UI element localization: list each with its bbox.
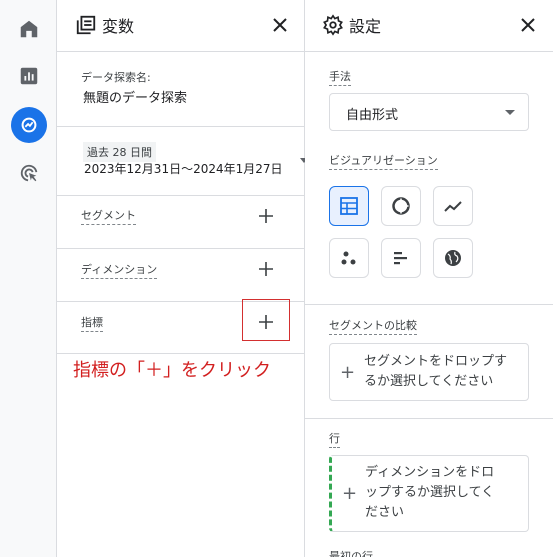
segment-drop-zone[interactable]: + セグメントをドロップす るか選択してください [329,343,529,401]
divider [57,126,304,127]
close-icon [521,18,535,32]
first-row-label: 最初の行 [329,550,373,557]
home-nav-button[interactable] [0,9,57,49]
settings-header: 設定 [305,0,553,52]
close-icon [273,18,287,32]
bar-chart-icon [394,252,407,265]
plus-icon [259,262,273,276]
rows-drop-line2: ップするか選択してく [365,485,495,500]
visualization-label: ビジュアリゼーション [329,152,438,170]
variables-icon [76,15,96,35]
gear-icon [323,14,343,36]
viz-table-button[interactable] [329,186,369,226]
geo-map-icon [445,250,461,266]
divider [57,248,304,249]
settings-title: 設定 [349,17,382,36]
segment-compare-label: セグメントの比較 [329,317,417,335]
caret-down-icon [505,110,515,115]
plus-icon [259,315,273,329]
viz-scatter-button[interactable] [329,238,369,278]
rows-drop-line1: ディメンションをドロ [365,465,495,480]
metrics-label: 指標 [81,314,103,332]
rows-drop-line3: ださい [365,505,405,520]
donut-chart-icon [392,197,410,215]
date-range-chip: 過去 28 日間 [83,142,156,162]
explore-nav-button[interactable] [0,105,57,145]
nav-rail [0,0,57,557]
technique-label: 手法 [329,68,351,86]
scatter-plot-icon [341,251,356,265]
plus-icon: + [342,483,358,504]
advertising-icon [20,164,37,182]
plus-icon [259,209,273,223]
instruction-annotation: 指標の「＋」をクリック [73,360,271,381]
divider [305,304,553,305]
variables-header: 変数 [57,0,304,52]
reports-nav-button[interactable] [0,56,57,96]
rows-label: 行 [329,430,340,448]
technique-select[interactable]: 自由形式 [329,93,529,131]
divider [57,353,304,354]
settings-panel: 設定 手法 自由形式 ビジュアリゼーション セグメントの比較 + セグメントをド… [305,0,553,557]
add-dimension-button[interactable] [256,259,276,279]
exploration-name-input[interactable]: 無題のデータ探索 [83,87,187,106]
add-segment-button[interactable] [256,206,276,226]
viz-bar-button[interactable] [381,238,421,278]
variables-panel: 変数 データ探索名: 無題のデータ探索 過去 28 日間 2023年12月31日… [57,0,308,557]
explore-active-indicator [10,107,47,143]
variables-title: 変数 [102,17,135,36]
variables-close-button[interactable] [270,14,290,36]
viz-donut-button[interactable] [381,186,421,226]
rows-drop-zone[interactable]: + ディメンションをドロ ップするか選択してく ださい [329,455,529,532]
segment-drop-line2: るか選択してください [364,374,494,389]
segments-label: セグメント [81,207,136,225]
settings-close-button[interactable] [518,14,538,36]
exploration-name-label: データ探索名: [81,71,151,84]
segment-drop-line1: セグメントをドロップす [364,354,508,369]
technique-value: 自由形式 [346,108,399,123]
advertising-nav-button[interactable] [0,153,57,193]
divider [57,195,304,196]
reports-icon [20,67,37,85]
explore-icon [21,117,36,133]
home-icon [20,20,37,38]
viz-geo-button[interactable] [433,238,473,278]
add-metric-button[interactable] [256,312,276,332]
viz-line-button[interactable] [433,186,473,226]
date-range-selector[interactable]: 2023年12月31日～2024年1月27日 [84,160,283,177]
line-chart-icon [444,201,462,212]
dimensions-label: ディメンション [81,261,158,279]
plus-icon: + [340,362,356,383]
divider [305,418,553,419]
table-icon [340,197,358,215]
